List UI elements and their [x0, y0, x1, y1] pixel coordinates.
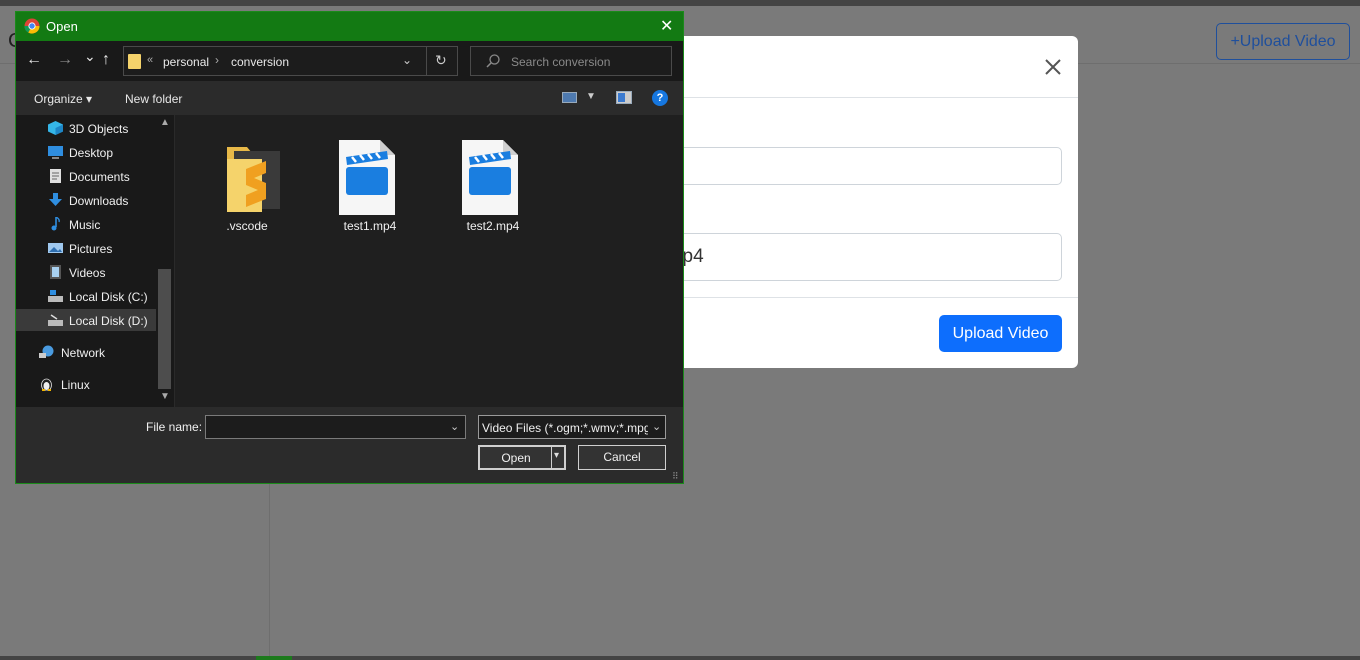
file-item-vscode[interactable]: .vscode: [202, 129, 292, 239]
nav-item-3d-objects[interactable]: 3D Objects: [16, 117, 156, 139]
nav-item-label: Local Disk (C:): [69, 290, 148, 304]
nav-item-label: Linux: [61, 378, 90, 392]
file-name-input[interactable]: ⌄: [205, 415, 466, 439]
file-item-test2[interactable]: test2.mp4: [448, 129, 538, 239]
resize-grip-icon[interactable]: ⠿: [672, 471, 679, 482]
nav-item-label: Pictures: [69, 242, 113, 256]
scroll-down-icon[interactable]: ▼: [160, 391, 170, 402]
file-input[interactable]: om.mp4: [640, 233, 1062, 281]
file-type-value: Video Files (*.ogm;*.wmv;*.mpg: [482, 421, 648, 435]
pictures-icon: [48, 243, 63, 253]
nav-item-local-disk-c[interactable]: Local Disk (C:): [16, 285, 156, 307]
breadcrumb-personal[interactable]: personal: [163, 55, 209, 69]
taskbar-indicator: [256, 656, 292, 660]
dialog-toolbar: Organize ▾ New folder ▼ ?: [16, 81, 683, 115]
breadcrumb-chevron-icon[interactable]: ›: [215, 53, 219, 67]
drive-icon: [48, 314, 63, 326]
scrollbar-thumb[interactable]: [158, 269, 171, 389]
file-name-label: File name:: [146, 420, 203, 434]
open-options-icon[interactable]: ▾: [554, 450, 559, 461]
refresh-icon[interactable]: ↻: [435, 52, 447, 69]
nav-item-linux[interactable]: Linux: [16, 373, 156, 395]
upload-video-button[interactable]: +Upload Video: [1216, 23, 1350, 60]
cube-icon: [48, 121, 63, 135]
nav-item-documents[interactable]: Documents: [16, 165, 156, 187]
new-folder-button[interactable]: New folder: [125, 92, 182, 106]
title-input[interactable]: [640, 147, 1062, 185]
address-bar[interactable]: « personal › conversion ⌄ ↻: [123, 46, 458, 76]
nav-item-videos[interactable]: Videos: [16, 261, 156, 283]
file-type-select[interactable]: Video Files (*.ogm;*.wmv;*.mpg ⌄: [478, 415, 666, 439]
nav-item-label: Local Disk (D:): [69, 314, 148, 328]
nav-item-label: Documents: [69, 170, 130, 184]
documents-icon: [50, 169, 61, 183]
split-divider: [551, 447, 552, 468]
file-name: test2.mp4: [466, 219, 520, 233]
taskbar-edge: [0, 656, 1360, 660]
help-icon[interactable]: ?: [652, 90, 668, 106]
linux-icon: [41, 378, 52, 391]
cancel-button[interactable]: Cancel: [578, 445, 666, 470]
desktop-icon: [48, 146, 63, 159]
preview-pane-icon[interactable]: [616, 91, 632, 104]
nav-item-label: 3D Objects: [69, 122, 129, 136]
drive-icon: [48, 290, 63, 302]
nav-item-network[interactable]: Network: [16, 341, 156, 363]
chevron-down-icon[interactable]: ⌄: [450, 420, 459, 433]
open-file-dialog: Open ✕ ← → ⌄ ↑ « personal › conversion ⌄…: [15, 11, 684, 484]
nav-item-label: Network: [61, 346, 106, 360]
recent-locations-icon[interactable]: ⌄: [84, 48, 96, 65]
nav-item-label: Downloads: [69, 194, 129, 208]
address-dropdown-icon[interactable]: ⌄: [402, 53, 412, 67]
dialog-titlebar[interactable]: Open ✕: [16, 12, 683, 41]
search-icon: [486, 54, 500, 68]
scroll-up-icon[interactable]: ▲: [160, 117, 170, 128]
search-input[interactable]: Search conversion: [470, 46, 672, 76]
video-file-icon: [462, 140, 518, 215]
music-icon: [51, 217, 60, 231]
organize-button[interactable]: Organize ▾: [34, 92, 92, 106]
nav-item-downloads[interactable]: Downloads: [16, 189, 156, 211]
open-button[interactable]: Open ▾: [478, 445, 566, 470]
file-name: .vscode: [226, 219, 268, 233]
nav-item-music[interactable]: Music: [16, 213, 156, 235]
forward-arrow-icon[interactable]: →: [57, 51, 73, 69]
nav-item-label: Desktop: [69, 146, 114, 160]
address-divider: [426, 47, 427, 75]
back-arrow-icon[interactable]: ←: [26, 51, 42, 69]
nav-item-desktop[interactable]: Desktop: [16, 141, 156, 163]
nav-item-label: Music: [69, 218, 101, 232]
navigation-pane: 3D Objects Desktop Documents Downloads M…: [16, 115, 174, 407]
nav-item-local-disk-d[interactable]: Local Disk (D:): [16, 309, 156, 331]
view-dropdown-icon[interactable]: ▼: [586, 91, 596, 102]
file-name: test1.mp4: [343, 219, 397, 233]
view-icon[interactable]: [562, 92, 577, 103]
nav-item-pictures[interactable]: Pictures: [16, 237, 156, 259]
videos-icon: [50, 265, 61, 279]
dialog-navbar: ← → ⌄ ↑ « personal › conversion ⌄ ↻ Sear…: [16, 41, 683, 81]
file-list: .vscode test1.mp4 test2.mp4: [174, 115, 683, 407]
dialog-title: Open: [46, 19, 78, 34]
dialog-close-button[interactable]: ✕: [660, 16, 673, 36]
download-icon: [49, 193, 62, 206]
breadcrumb-conversion[interactable]: conversion: [231, 55, 289, 69]
chevron-down-icon[interactable]: ⌄: [652, 420, 662, 433]
chrome-icon: [24, 18, 40, 34]
video-file-icon: [339, 140, 395, 215]
network-icon: [39, 345, 54, 358]
up-arrow-icon[interactable]: ↑: [102, 51, 110, 69]
open-button-label: Open: [501, 451, 531, 465]
modal-upload-video-button[interactable]: Upload Video: [939, 315, 1062, 352]
overflow-icon[interactable]: «: [147, 54, 153, 66]
dialog-bottom-panel: File name: ⌄ Video Files (*.ogm;*.wmv;*.…: [16, 407, 683, 483]
vscode-folder-icon: [227, 147, 280, 212]
nav-item-label: Videos: [69, 266, 106, 280]
search-placeholder: Search conversion: [511, 55, 611, 69]
close-icon[interactable]: [1041, 55, 1065, 79]
nav-pane-scrollbar[interactable]: ▲ ▼: [156, 115, 174, 407]
folder-icon: [128, 54, 141, 69]
file-item-test1[interactable]: test1.mp4: [325, 129, 415, 239]
